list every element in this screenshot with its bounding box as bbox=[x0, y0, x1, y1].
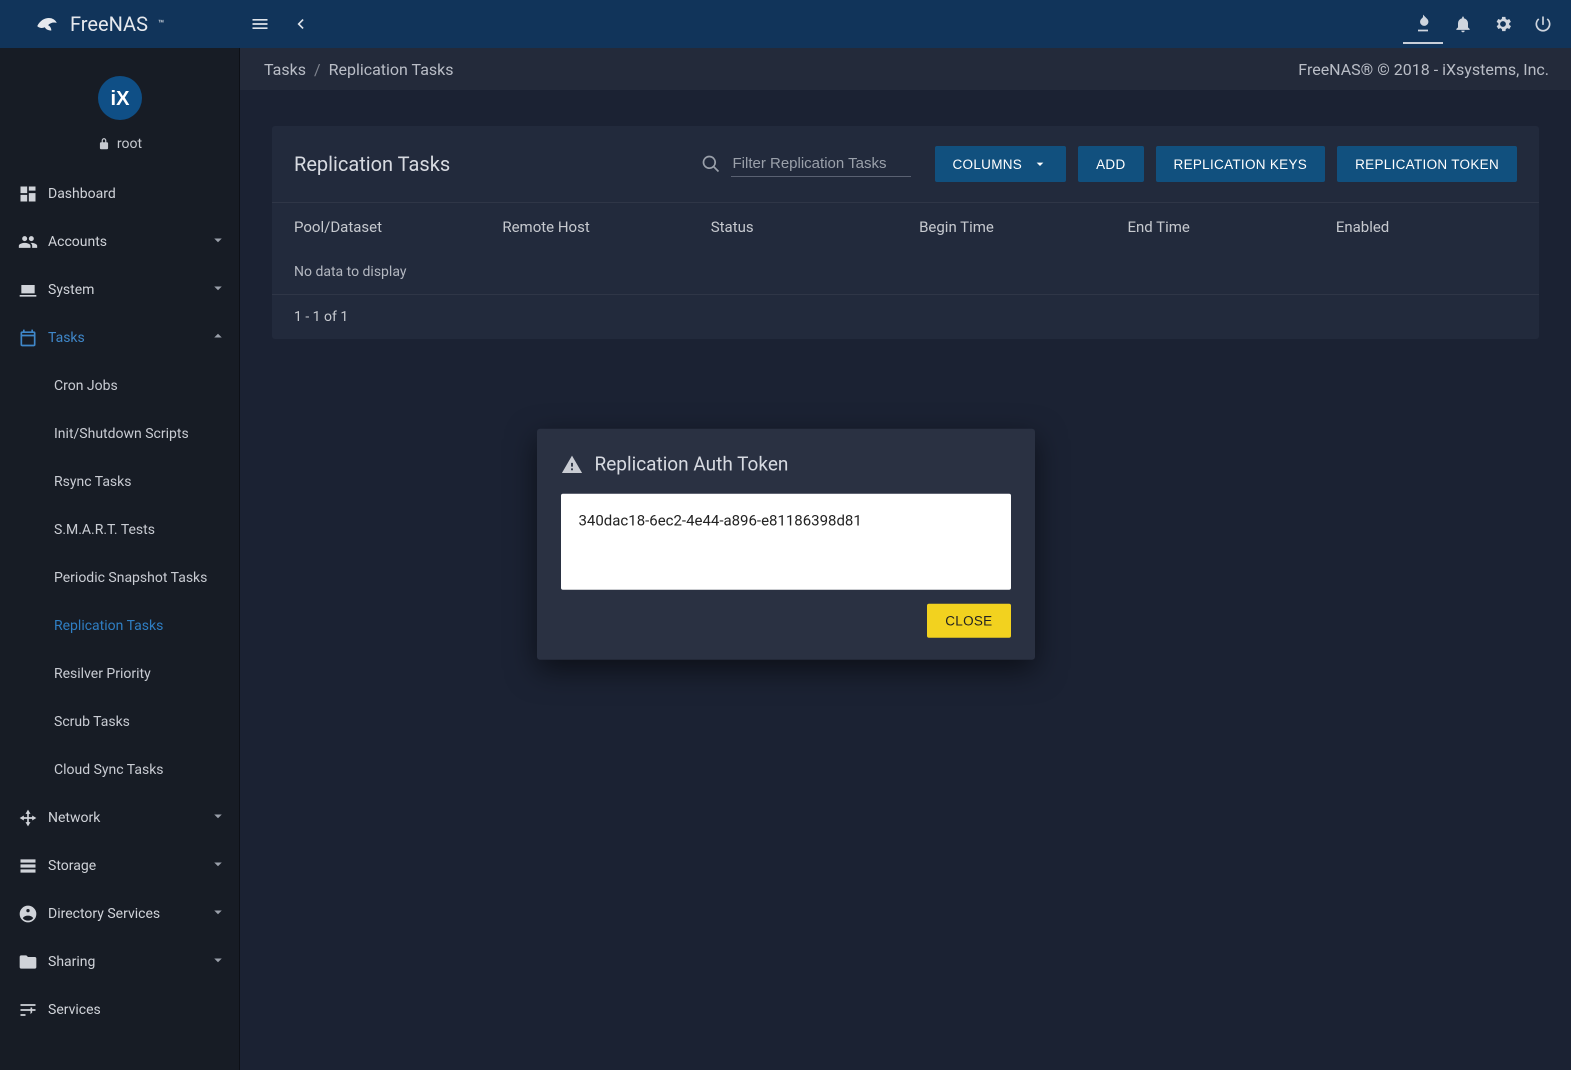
chevron-down-icon bbox=[209, 807, 227, 829]
user-name: root bbox=[117, 136, 142, 152]
sidebar-subitem-cron-jobs[interactable]: Cron Jobs bbox=[0, 362, 239, 410]
sidebar: iX root Dashboard Accounts System Tasks Cron… bbox=[0, 48, 240, 1070]
pager: 1 - 1 of 1 bbox=[272, 294, 1539, 339]
column-header[interactable]: Begin Time bbox=[919, 218, 1127, 236]
dialog-token: 340dac18-6ec2-4e44-a896-e81186398d81 bbox=[561, 494, 1011, 590]
close-button[interactable]: CLOSE bbox=[927, 604, 1010, 638]
breadcrumb: Tasks / Replication Tasks FreeNAS® © 201… bbox=[240, 48, 1571, 90]
replication-tasks-card: Replication Tasks COLUMNS ADD REPLICATIO… bbox=[272, 126, 1539, 339]
auth-token-dialog: Replication Auth Token 340dac18-6ec2-4e4… bbox=[537, 429, 1035, 660]
dirsvc-icon bbox=[14, 904, 42, 924]
sidebar-item-label: Accounts bbox=[42, 234, 209, 250]
replication-token-button[interactable]: REPLICATION TOKEN bbox=[1337, 146, 1517, 182]
sidebar-item-system[interactable]: System bbox=[0, 266, 239, 314]
brand-name: FreeNAS bbox=[70, 12, 148, 36]
sidebar-item-storage[interactable]: Storage bbox=[0, 842, 239, 890]
power-icon[interactable] bbox=[1523, 4, 1563, 44]
sidebar-item-label: Tasks bbox=[42, 330, 209, 346]
sidebar-item-sharing[interactable]: Sharing bbox=[0, 938, 239, 986]
sidebar-subitem-init-shutdown-scripts[interactable]: Init/Shutdown Scripts bbox=[0, 410, 239, 458]
brand-logo: FreeNAS ™ bbox=[0, 11, 240, 37]
breadcrumb-root[interactable]: Tasks bbox=[264, 60, 306, 79]
copyright: FreeNAS® © 2018 - iXsystems, Inc. bbox=[1298, 60, 1549, 79]
sidebar-subitem-resilver-priority[interactable]: Resilver Priority bbox=[0, 650, 239, 698]
search-icon bbox=[701, 154, 721, 174]
chevron-down-icon bbox=[209, 279, 227, 301]
sidebar-item-services[interactable]: Services bbox=[0, 986, 239, 1034]
sidebar-item-label: System bbox=[42, 282, 209, 298]
column-header[interactable]: Status bbox=[711, 218, 919, 236]
calendar-icon bbox=[14, 328, 42, 348]
sidebar-subitem-cloud-sync-tasks[interactable]: Cloud Sync Tasks bbox=[0, 746, 239, 794]
sidebar-item-tasks[interactable]: Tasks bbox=[0, 314, 239, 362]
folder-icon bbox=[14, 952, 42, 972]
add-button[interactable]: ADD bbox=[1078, 146, 1143, 182]
chevron-down-icon bbox=[209, 951, 227, 973]
hamburger-menu-button[interactable] bbox=[240, 4, 280, 44]
sidebar-subitem-s-m-a-r-t-tests[interactable]: S.M.A.R.T. Tests bbox=[0, 506, 239, 554]
sidebar-item-dashboard[interactable]: Dashboard bbox=[0, 170, 239, 218]
dashboard-icon bbox=[14, 184, 42, 204]
sidebar-item-accounts[interactable]: Accounts bbox=[0, 218, 239, 266]
column-header[interactable]: Enabled bbox=[1336, 218, 1517, 236]
sidebar-item-label: Services bbox=[42, 1002, 227, 1018]
group-icon bbox=[14, 232, 42, 252]
sidebar-collapse-button[interactable] bbox=[280, 4, 320, 44]
sidebar-item-label: Network bbox=[42, 810, 209, 826]
storage-icon bbox=[14, 856, 42, 876]
sidebar-item-label: Directory Services bbox=[42, 906, 209, 922]
lock-icon bbox=[97, 137, 111, 151]
sidebar-item-directory-services[interactable]: Directory Services bbox=[0, 890, 239, 938]
sidebar-subitem-periodic-snapshot-tasks[interactable]: Periodic Snapshot Tasks bbox=[0, 554, 239, 602]
warning-icon bbox=[561, 453, 583, 475]
freenas-shark-icon bbox=[34, 11, 60, 37]
ix-logo-icon: iX bbox=[96, 74, 144, 122]
chevron-down-icon bbox=[1032, 156, 1048, 172]
tune-icon bbox=[14, 1000, 42, 1020]
sidebar-item-label: Dashboard bbox=[42, 186, 227, 202]
breadcrumb-leaf[interactable]: Replication Tasks bbox=[329, 60, 454, 79]
page-title: Replication Tasks bbox=[294, 152, 450, 176]
current-user: root bbox=[97, 136, 142, 152]
theme-icon[interactable] bbox=[1403, 4, 1443, 44]
svg-text:iX: iX bbox=[110, 88, 130, 110]
dialog-title: Replication Auth Token bbox=[595, 453, 789, 476]
sidebar-subitem-rsync-tasks[interactable]: Rsync Tasks bbox=[0, 458, 239, 506]
sidebar-item-network[interactable]: Network bbox=[0, 794, 239, 842]
sidebar-item-label: Sharing bbox=[42, 954, 209, 970]
sidebar-subitem-scrub-tasks[interactable]: Scrub Tasks bbox=[0, 698, 239, 746]
sidebar-item-label: Storage bbox=[42, 858, 209, 874]
notifications-icon[interactable] bbox=[1443, 4, 1483, 44]
column-header[interactable]: Remote Host bbox=[502, 218, 710, 236]
settings-gear-icon[interactable] bbox=[1483, 4, 1523, 44]
sidebar-subitem-replication-tasks[interactable]: Replication Tasks bbox=[0, 602, 239, 650]
column-header[interactable]: End Time bbox=[1127, 218, 1335, 236]
column-header[interactable]: Pool/Dataset bbox=[294, 218, 502, 236]
laptop-icon bbox=[14, 280, 42, 300]
replication-keys-button[interactable]: REPLICATION KEYS bbox=[1156, 146, 1326, 182]
chevron-down-icon bbox=[209, 903, 227, 925]
columns-button[interactable]: COLUMNS bbox=[935, 146, 1067, 182]
empty-state: No data to display bbox=[272, 250, 1539, 294]
chevron-down-icon bbox=[209, 855, 227, 877]
search-input[interactable] bbox=[731, 151, 911, 177]
hub-icon bbox=[14, 808, 42, 828]
chevron-up-icon bbox=[209, 327, 227, 349]
chevron-down-icon bbox=[209, 231, 227, 253]
